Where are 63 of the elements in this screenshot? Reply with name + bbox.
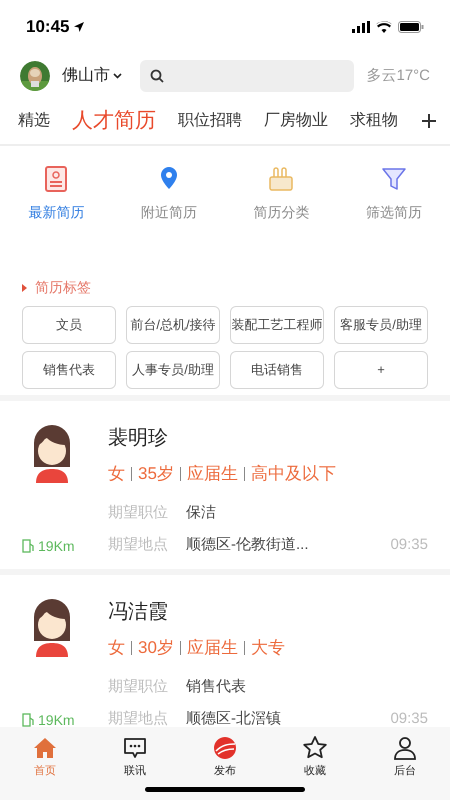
candidate-fact: 应届生 bbox=[186, 637, 238, 659]
triangle-icon bbox=[22, 284, 27, 292]
field-value: 销售代表 bbox=[186, 677, 246, 697]
post-time: 09:35 bbox=[390, 709, 428, 727]
publish-icon bbox=[212, 735, 238, 761]
shortcut-button[interactable]: 筛选简历 bbox=[338, 164, 450, 223]
field-value: 保洁 bbox=[186, 503, 216, 523]
candidate-name: 裴明珍 bbox=[108, 426, 169, 451]
tag-button[interactable]: 前台/总机/接待 bbox=[126, 306, 220, 344]
chevron-down-icon bbox=[113, 73, 122, 79]
channel-tab[interactable]: 精选 bbox=[18, 109, 50, 133]
candidate-fact: 应届生 bbox=[186, 463, 238, 485]
candidate-fact: 高中及以下 bbox=[250, 463, 336, 485]
tab-bar-item[interactable]: 后台 bbox=[360, 735, 450, 780]
fuel-icon bbox=[22, 713, 34, 727]
weather-text: 多云17°C bbox=[366, 66, 430, 86]
section-title: 简历标签 bbox=[35, 278, 91, 297]
candidate-fact: 35岁 bbox=[138, 463, 174, 485]
signal-icon bbox=[352, 21, 370, 33]
distance-text: 19Km bbox=[38, 537, 75, 555]
plus-icon[interactable] bbox=[422, 114, 436, 128]
candidate-fact: 女 bbox=[108, 637, 125, 659]
post-time: 09:35 bbox=[390, 535, 428, 555]
channel-tab[interactable]: 求租物 bbox=[350, 109, 398, 133]
candidate-fact: 30岁 bbox=[138, 637, 174, 659]
user-icon bbox=[392, 735, 418, 761]
tag-button[interactable]: 电话销售 bbox=[230, 351, 324, 389]
shortcut-button[interactable]: 附近简历 bbox=[112, 164, 225, 223]
home-icon bbox=[32, 735, 58, 761]
channel-tab[interactable]: 职位招聘 bbox=[178, 109, 242, 133]
field-value: 顺德区-北滘镇 bbox=[186, 709, 282, 727]
channel-tab[interactable]: 厂房物业 bbox=[264, 109, 328, 133]
field-value: 顺德区-伦教街道... bbox=[186, 535, 310, 555]
tag-button[interactable]: 人事专员/助理 bbox=[126, 351, 220, 389]
candidate-name: 冯洁霞 bbox=[108, 600, 169, 625]
distance-text: 19Km bbox=[38, 711, 75, 727]
tag-button[interactable]: 装配工艺工程师 bbox=[230, 306, 324, 344]
tab-bar-item[interactable]: 收藏 bbox=[270, 735, 360, 780]
candidate-fact: 女 bbox=[108, 463, 125, 485]
shortcut-button[interactable]: 最新简历 bbox=[0, 164, 112, 223]
wifi-icon bbox=[376, 21, 392, 33]
tab-bar-item[interactable]: 发布 bbox=[180, 735, 270, 780]
star-icon bbox=[302, 735, 328, 761]
search-field[interactable] bbox=[140, 60, 354, 92]
location-arrow-icon bbox=[73, 21, 86, 33]
field-label: 期望职位 bbox=[108, 503, 169, 523]
channel-tab[interactable]: 人才简历 bbox=[72, 105, 156, 137]
tag-button[interactable]: 销售代表 bbox=[22, 351, 116, 389]
fuel-icon bbox=[22, 539, 34, 553]
field-label: 期望地点 bbox=[108, 709, 169, 727]
search-icon bbox=[150, 69, 164, 83]
field-label: 期望地点 bbox=[108, 535, 169, 555]
candidate-fact: 大专 bbox=[250, 637, 285, 659]
shortcut-button[interactable]: 简历分类 bbox=[225, 164, 338, 223]
tag-button[interactable]: 文员 bbox=[22, 306, 116, 344]
tag-button[interactable]: + bbox=[334, 351, 428, 389]
battery-icon bbox=[398, 21, 424, 33]
city-selector[interactable]: 佛山市 bbox=[62, 64, 122, 88]
chat-icon bbox=[122, 735, 148, 761]
status-time: 10:45 bbox=[26, 16, 70, 38]
tab-bar-item[interactable]: 联讯 bbox=[90, 735, 180, 780]
field-label: 期望职位 bbox=[108, 677, 169, 697]
tag-button[interactable]: 客服专员/助理 bbox=[334, 306, 428, 344]
